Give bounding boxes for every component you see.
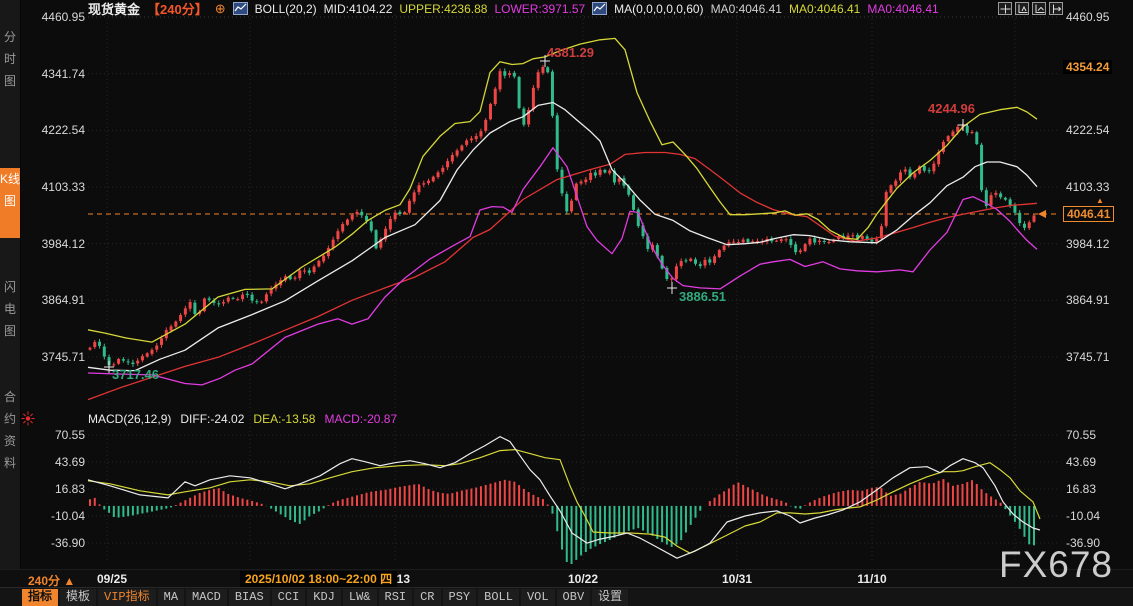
price-tag: 4354.24 bbox=[1063, 60, 1112, 74]
indicator-tab-指标[interactable]: 指标 bbox=[22, 589, 58, 606]
indicator-tab-模板[interactable]: 模板 bbox=[60, 589, 96, 606]
shift-data-right-icon[interactable] bbox=[1049, 2, 1063, 15]
y-axis-scale-icon[interactable] bbox=[1015, 2, 1029, 15]
fx678-watermark: FX678 bbox=[999, 544, 1113, 586]
indicator-tab-BIAS[interactable]: BIAS bbox=[229, 589, 270, 606]
axis-tick-label: 3984.12 bbox=[30, 237, 85, 251]
indicator-tab-bar: 指标模板VIP指标MAMACDBIASCCIKDJLW&RSICRPSYBOLL… bbox=[0, 587, 1133, 606]
boll-title: BOLL(20,2) bbox=[255, 2, 317, 16]
boll-mid-value: MID:4104.22 bbox=[324, 2, 393, 16]
chart-toolbar bbox=[998, 2, 1063, 15]
indicator-tab-OBV[interactable]: OBV bbox=[557, 589, 591, 606]
axis-tick-label: 3745.71 bbox=[1066, 350, 1128, 364]
app-window: 4381.29 4244.96 3886.51 3717.46 分时图 K线图闪电图合约… bbox=[0, 0, 1133, 606]
sidebar-item-1[interactable]: 分时图 bbox=[0, 26, 20, 92]
boll-upper-value: UPPER:4236.88 bbox=[399, 2, 487, 16]
macd-title: MACD(26,12,9) bbox=[88, 412, 171, 426]
add-indicator-icon[interactable]: ⊕ bbox=[215, 2, 226, 15]
axis-tick-label: 4222.54 bbox=[30, 123, 85, 137]
indicator-tab-CR[interactable]: CR bbox=[414, 589, 440, 606]
symbol-name: 现货黄金 bbox=[88, 0, 140, 18]
price-tag: 4046.41 bbox=[1063, 206, 1114, 222]
macd-macd-value: MACD:-20.87 bbox=[324, 412, 397, 426]
high-price-marker: 4381.29 bbox=[547, 45, 594, 60]
macd-diff-value: DIFF:-24.02 bbox=[180, 412, 244, 426]
axis-tick-label: 4341.74 bbox=[30, 67, 85, 81]
time-axis-row: 240分 ▲ 09/2510/1310/2210/3111/10 2025/10… bbox=[0, 569, 1133, 588]
sidebar-item-3[interactable]: 闪电图 bbox=[0, 276, 20, 342]
ma-value-1: MA0:4046.41 bbox=[711, 2, 782, 16]
indicator-tab-CCI[interactable]: CCI bbox=[272, 589, 306, 606]
indicator-tab-MACD[interactable]: MACD bbox=[186, 589, 227, 606]
indicator-tab-设置[interactable]: 设置 bbox=[592, 589, 628, 606]
axis-tick-label: -10.04 bbox=[1066, 509, 1128, 523]
date-label: 11/10 bbox=[857, 572, 886, 586]
indicator-tab-KDJ[interactable]: KDJ bbox=[307, 589, 341, 606]
axis-tick-label: 43.69 bbox=[30, 455, 85, 469]
bar-time-tooltip: 2025/10/02 18:00~22:00 四 bbox=[240, 571, 397, 587]
hot-sun-icon bbox=[21, 411, 35, 431]
date-label: 09/25 bbox=[97, 572, 127, 586]
axis-tick-label: 4222.54 bbox=[1066, 123, 1128, 137]
axis-tick-label: 3864.91 bbox=[30, 293, 85, 307]
axis-tick-label: 3864.91 bbox=[1066, 293, 1128, 307]
date-label: 10/31 bbox=[722, 572, 752, 586]
axis-tick-label: 70.55 bbox=[1066, 428, 1128, 442]
axis-tick-label: 70.55 bbox=[30, 428, 85, 442]
low-price-marker: 3717.46 bbox=[112, 367, 159, 382]
sidebar: 分时图 K线图闪电图合约资料 bbox=[0, 0, 21, 569]
x-axis-scale-icon[interactable] bbox=[1032, 2, 1046, 15]
indicator-tab-RSI[interactable]: RSI bbox=[379, 589, 413, 606]
indicator-thumb-icon bbox=[592, 2, 607, 15]
macd-header: MACD(26,12,9) DIFF:-24.02 DEA:-13.58 MAC… bbox=[88, 412, 397, 426]
indicator-tab-PSY[interactable]: PSY bbox=[443, 589, 477, 606]
axis-tick-label: 43.69 bbox=[1066, 455, 1128, 469]
indicator-thumb-icon bbox=[233, 2, 248, 15]
indicator-tab-LW&[interactable]: LW& bbox=[343, 589, 377, 606]
axis-tick-label: 3984.12 bbox=[1066, 237, 1128, 251]
low-price-marker: 3886.51 bbox=[679, 289, 726, 304]
indicator-tab-BOLL[interactable]: BOLL bbox=[478, 589, 519, 606]
indicator-tab-VIP指标[interactable]: VIP指标 bbox=[98, 589, 156, 606]
macd-dea-value: DEA:-13.58 bbox=[253, 412, 315, 426]
sidebar-item-2[interactable]: K线图 bbox=[0, 168, 20, 238]
axis-tick-label: -36.90 bbox=[30, 536, 85, 550]
indicator-tab-MA[interactable]: MA bbox=[158, 589, 184, 606]
axis-tick-label: 16.83 bbox=[1066, 482, 1128, 496]
axis-tick-label: 4103.33 bbox=[30, 180, 85, 194]
axis-tick-label: 16.83 bbox=[30, 482, 85, 496]
high-price-marker: 4244.96 bbox=[928, 101, 975, 116]
axis-tick-label: 3745.71 bbox=[30, 350, 85, 364]
axis-tick-label: 4103.33 bbox=[1066, 180, 1128, 194]
period-label: 【240分】 bbox=[147, 0, 208, 18]
sidebar-item-4[interactable]: 合约资料 bbox=[0, 386, 20, 476]
indicator-tab-VOL[interactable]: VOL bbox=[521, 589, 555, 606]
chart-header: 现货黄金 【240分】 ⊕ BOLL(20,2) MID:4104.22 UPP… bbox=[88, 1, 939, 16]
ma-value-2: MA0:4046.41 bbox=[789, 2, 860, 16]
price-up-arrow-icon: ▲ bbox=[1096, 196, 1104, 205]
move-crosshair-icon[interactable] bbox=[998, 2, 1012, 15]
axis-tick-label: 4460.95 bbox=[30, 10, 85, 24]
ma-title: MA(0,0,0,0,0,60) bbox=[614, 2, 703, 16]
axis-tick-label: 4460.95 bbox=[1066, 10, 1128, 24]
ma-value-3: MA0:4046.41 bbox=[867, 2, 938, 16]
boll-lower-value: LOWER:3971.57 bbox=[494, 2, 585, 16]
candlestick-chart-canvas[interactable]: 4381.29 4244.96 3886.51 3717.46 bbox=[0, 0, 1133, 606]
axis-tick-label: -10.04 bbox=[30, 509, 85, 523]
date-label: 10/22 bbox=[568, 572, 598, 586]
